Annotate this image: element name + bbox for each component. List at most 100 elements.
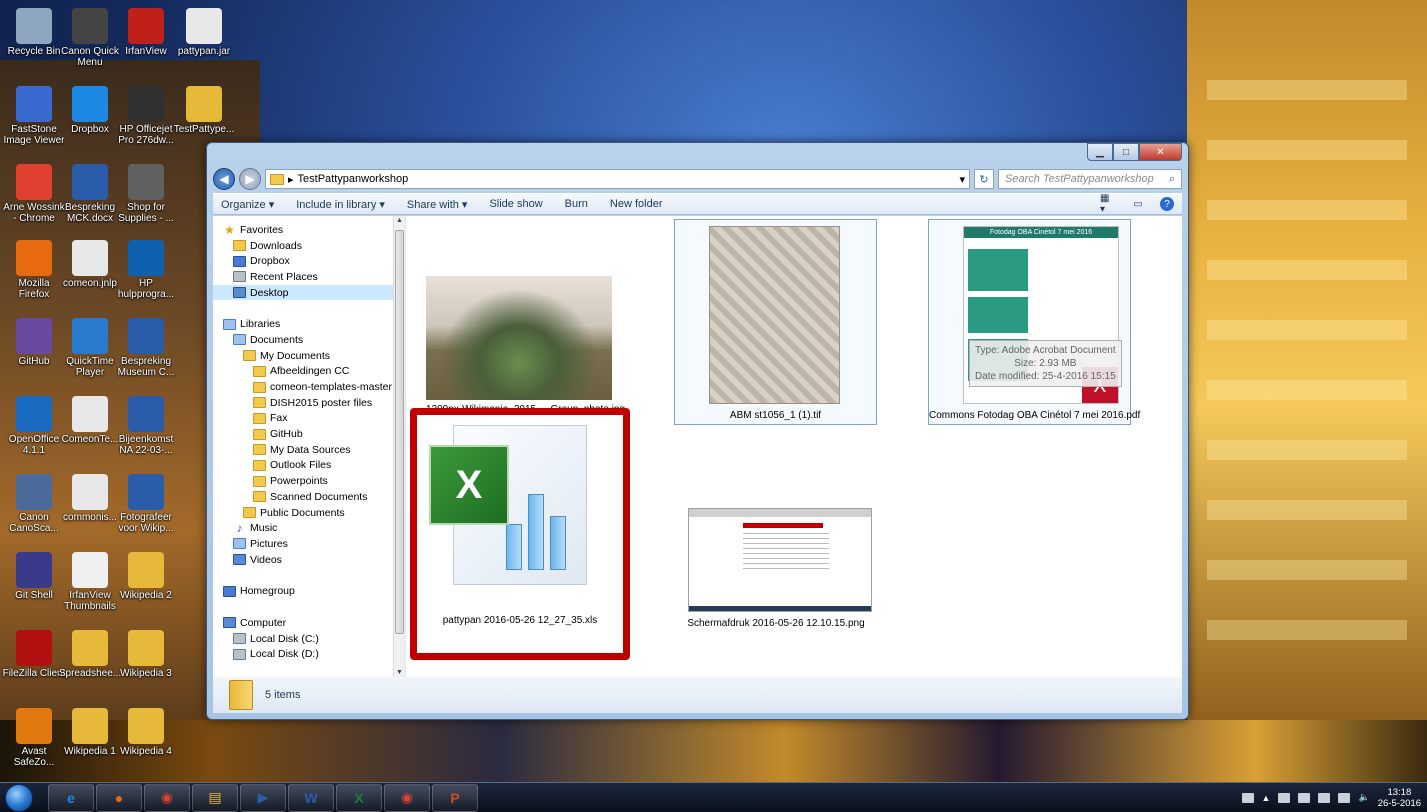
desktop-shortcut[interactable]: Shop for Supplies - ... — [114, 164, 178, 224]
nav-my-data-sources[interactable]: My Data Sources — [223, 442, 405, 458]
desktop-shortcut[interactable]: HP hulpprogra... — [114, 240, 178, 300]
file-tile-commons-pdf[interactable]: Fotodag OBA Cinétol 7 mei 2016 ⅄ Commons… — [928, 219, 1140, 425]
include-in-library-button[interactable]: Include in library ▾ — [296, 198, 385, 211]
nav-local-disk-c[interactable]: Local Disk (C:) — [223, 631, 405, 647]
desktop-shortcut[interactable]: Mozilla Firefox — [2, 240, 66, 300]
firefox-icon[interactable]: ● — [96, 783, 142, 812]
nav-pictures[interactable]: Pictures — [223, 536, 405, 552]
nav-github[interactable]: GitHub — [223, 426, 405, 442]
media-player-icon[interactable]: ▶ — [240, 783, 286, 812]
desktop-shortcut[interactable]: Bespreking Museum C... — [114, 318, 178, 378]
powerpoint-icon[interactable]: P — [432, 783, 478, 812]
file-tile-pattypan-xls[interactable]: X pattypan 2016-05-26 12_27_35.xls — [417, 415, 623, 653]
nav-afbeeldingen-cc[interactable]: Afbeeldingen CC — [223, 364, 405, 380]
refresh-button[interactable]: ↻ — [974, 169, 994, 189]
desktop-shortcut[interactable]: Fotografeer voor Wikip... — [114, 474, 178, 534]
nav-scanned-documents[interactable]: Scanned Documents — [223, 489, 405, 505]
nav-dropbox[interactable]: Dropbox — [223, 253, 405, 269]
chrome-icon[interactable]: ◉ — [144, 783, 190, 812]
action-center-flag-icon[interactable] — [1318, 792, 1331, 803]
file-tile-schermafdruk-png[interactable]: Schermafdruk 2016-05-26 12.10.15.png — [676, 508, 876, 629]
file-explorer-icon[interactable]: ▤ — [192, 783, 238, 812]
desktop-shortcut[interactable]: comeon.jnlp — [58, 240, 122, 289]
desktop-shortcut[interactable]: Avast SafeZo... — [2, 708, 66, 768]
desktop-shortcut[interactable]: Recycle Bin — [2, 8, 66, 57]
share-with-button[interactable]: Share with ▾ — [407, 198, 468, 211]
maximize-button[interactable]: □ — [1113, 143, 1139, 161]
nav-documents[interactable]: Documents — [223, 332, 405, 348]
minimize-button[interactable]: ▁ — [1087, 143, 1113, 161]
desktop-shortcut[interactable]: Wikipedia 1 — [58, 708, 122, 757]
desktop-shortcut[interactable]: GitHub — [2, 318, 66, 367]
desktop-shortcut[interactable]: Spreadshee... — [58, 630, 122, 679]
desktop-shortcut[interactable]: IrfanView — [114, 8, 178, 57]
burn-button[interactable]: Burn — [565, 198, 588, 210]
desktop-shortcut[interactable]: TestPattype... — [172, 86, 236, 135]
help-icon[interactable]: ? — [1160, 197, 1174, 211]
show-hidden-icons-icon[interactable]: ▲ — [1262, 793, 1271, 803]
nav-powerpoints[interactable]: Powerpoints — [223, 473, 405, 489]
nav-fax[interactable]: Fax — [223, 411, 405, 427]
slide-show-button[interactable]: Slide show — [489, 198, 542, 210]
word-icon[interactable]: W — [288, 783, 334, 812]
desktop-shortcut[interactable]: Git Shell — [2, 552, 66, 601]
desktop-shortcut[interactable]: Wikipedia 2 — [114, 552, 178, 601]
preview-pane-icon[interactable]: ▭ — [1130, 198, 1146, 210]
nav-videos[interactable]: Videos — [223, 552, 405, 568]
clock[interactable]: 13:18 26-5-2016 — [1378, 787, 1421, 809]
nav-scrollbar[interactable]: ▲ ▼ — [393, 216, 405, 677]
desktop-shortcut[interactable]: IrfanView Thumbnails — [58, 552, 122, 612]
organize-button[interactable]: Organize ▾ — [221, 198, 274, 211]
nav-public-documents[interactable]: Public Documents — [223, 505, 405, 521]
desktop-shortcut[interactable]: QuickTime Player — [58, 318, 122, 378]
desktop-shortcut[interactable]: HP Officejet Pro 276dw... — [114, 86, 178, 146]
power-icon[interactable] — [1338, 792, 1351, 803]
desktop-shortcut[interactable]: FileZilla Client — [2, 630, 66, 679]
address-dropdown-icon[interactable]: ▾ — [959, 173, 965, 186]
network-icon[interactable] — [1278, 792, 1291, 803]
display-icon[interactable] — [1298, 792, 1311, 803]
explorer-window[interactable]: ▁ □ ✕ ◀ ▶ ▸ TestPattypanworkshop ▾ ↻ Sea… — [206, 142, 1189, 720]
file-tile-group-photo[interactable]: 1200px-Wikimania_2015_-_Group_photo.jpg — [426, 276, 625, 422]
nav-comeon-templates-master[interactable]: comeon-templates-master — [223, 379, 405, 395]
new-folder-button[interactable]: New folder — [610, 198, 663, 210]
desktop-shortcut[interactable]: Wikipedia 4 — [114, 708, 178, 757]
desktop-shortcut[interactable]: Wikipedia 3 — [114, 630, 178, 679]
desktop-shortcut[interactable]: FastStone Image Viewer — [2, 86, 66, 146]
desktop-shortcut[interactable]: pattypan.jar — [172, 8, 236, 57]
nav-computer[interactable]: Computer — [223, 615, 405, 631]
nav-dish2015-poster-files[interactable]: DISH2015 poster files — [223, 395, 405, 411]
scroll-up-icon[interactable]: ▲ — [394, 217, 405, 224]
chrome-window-icon[interactable]: ◉ — [384, 783, 430, 812]
scrollbar-thumb[interactable] — [395, 230, 404, 634]
desktop-shortcut[interactable]: commonis... — [58, 474, 122, 523]
nav-homegroup[interactable]: Homegroup — [223, 583, 405, 599]
nav-outlook-files[interactable]: Outlook Files — [223, 458, 405, 474]
close-button[interactable]: ✕ — [1139, 143, 1182, 161]
desktop-shortcut[interactable]: Bijeenkomst NA 22-03-... — [114, 396, 178, 456]
forward-button[interactable]: ▶ — [239, 168, 261, 190]
desktop-shortcut[interactable]: OpenOffice 4.1.1 — [2, 396, 66, 456]
nav-local-disk-d[interactable]: Local Disk (D:) — [223, 647, 405, 663]
nav-downloads[interactable]: Downloads — [223, 238, 405, 254]
start-button[interactable] — [0, 783, 38, 812]
file-tile-abm-tif[interactable]: ABM st1056_1 (1).tif — [674, 219, 877, 425]
nav-libraries[interactable]: Libraries — [223, 316, 405, 332]
nav-favorites[interactable]: ★ Favorites — [223, 222, 405, 238]
desktop-shortcut[interactable]: Arne Wossink - Chrome — [2, 164, 66, 224]
desktop-shortcut[interactable]: Bespreking MCK.docx — [58, 164, 122, 224]
nav-my-documents[interactable]: My Documents — [223, 348, 405, 364]
scroll-down-icon[interactable]: ▼ — [394, 669, 405, 676]
desktop-shortcut[interactable]: ComeonTe... — [58, 396, 122, 445]
nav-desktop[interactable]: Desktop — [213, 284, 405, 301]
nav-recent-places[interactable]: Recent Places — [223, 269, 405, 285]
volume-icon[interactable]: 🔈 — [1358, 792, 1369, 803]
nav-music[interactable]: ♪ Music — [223, 520, 405, 536]
change-view-icon[interactable]: ▦ ▾ — [1100, 193, 1116, 215]
internet-explorer-icon[interactable]: e — [48, 783, 94, 812]
back-button[interactable]: ◀ — [213, 168, 235, 190]
battery-icon[interactable] — [1241, 792, 1254, 803]
desktop-shortcut[interactable]: Canon CanoSca... — [2, 474, 66, 534]
desktop-shortcut[interactable]: Dropbox — [58, 86, 122, 135]
search-input[interactable]: Search TestPattypanworkshop ⌕ — [998, 169, 1182, 189]
